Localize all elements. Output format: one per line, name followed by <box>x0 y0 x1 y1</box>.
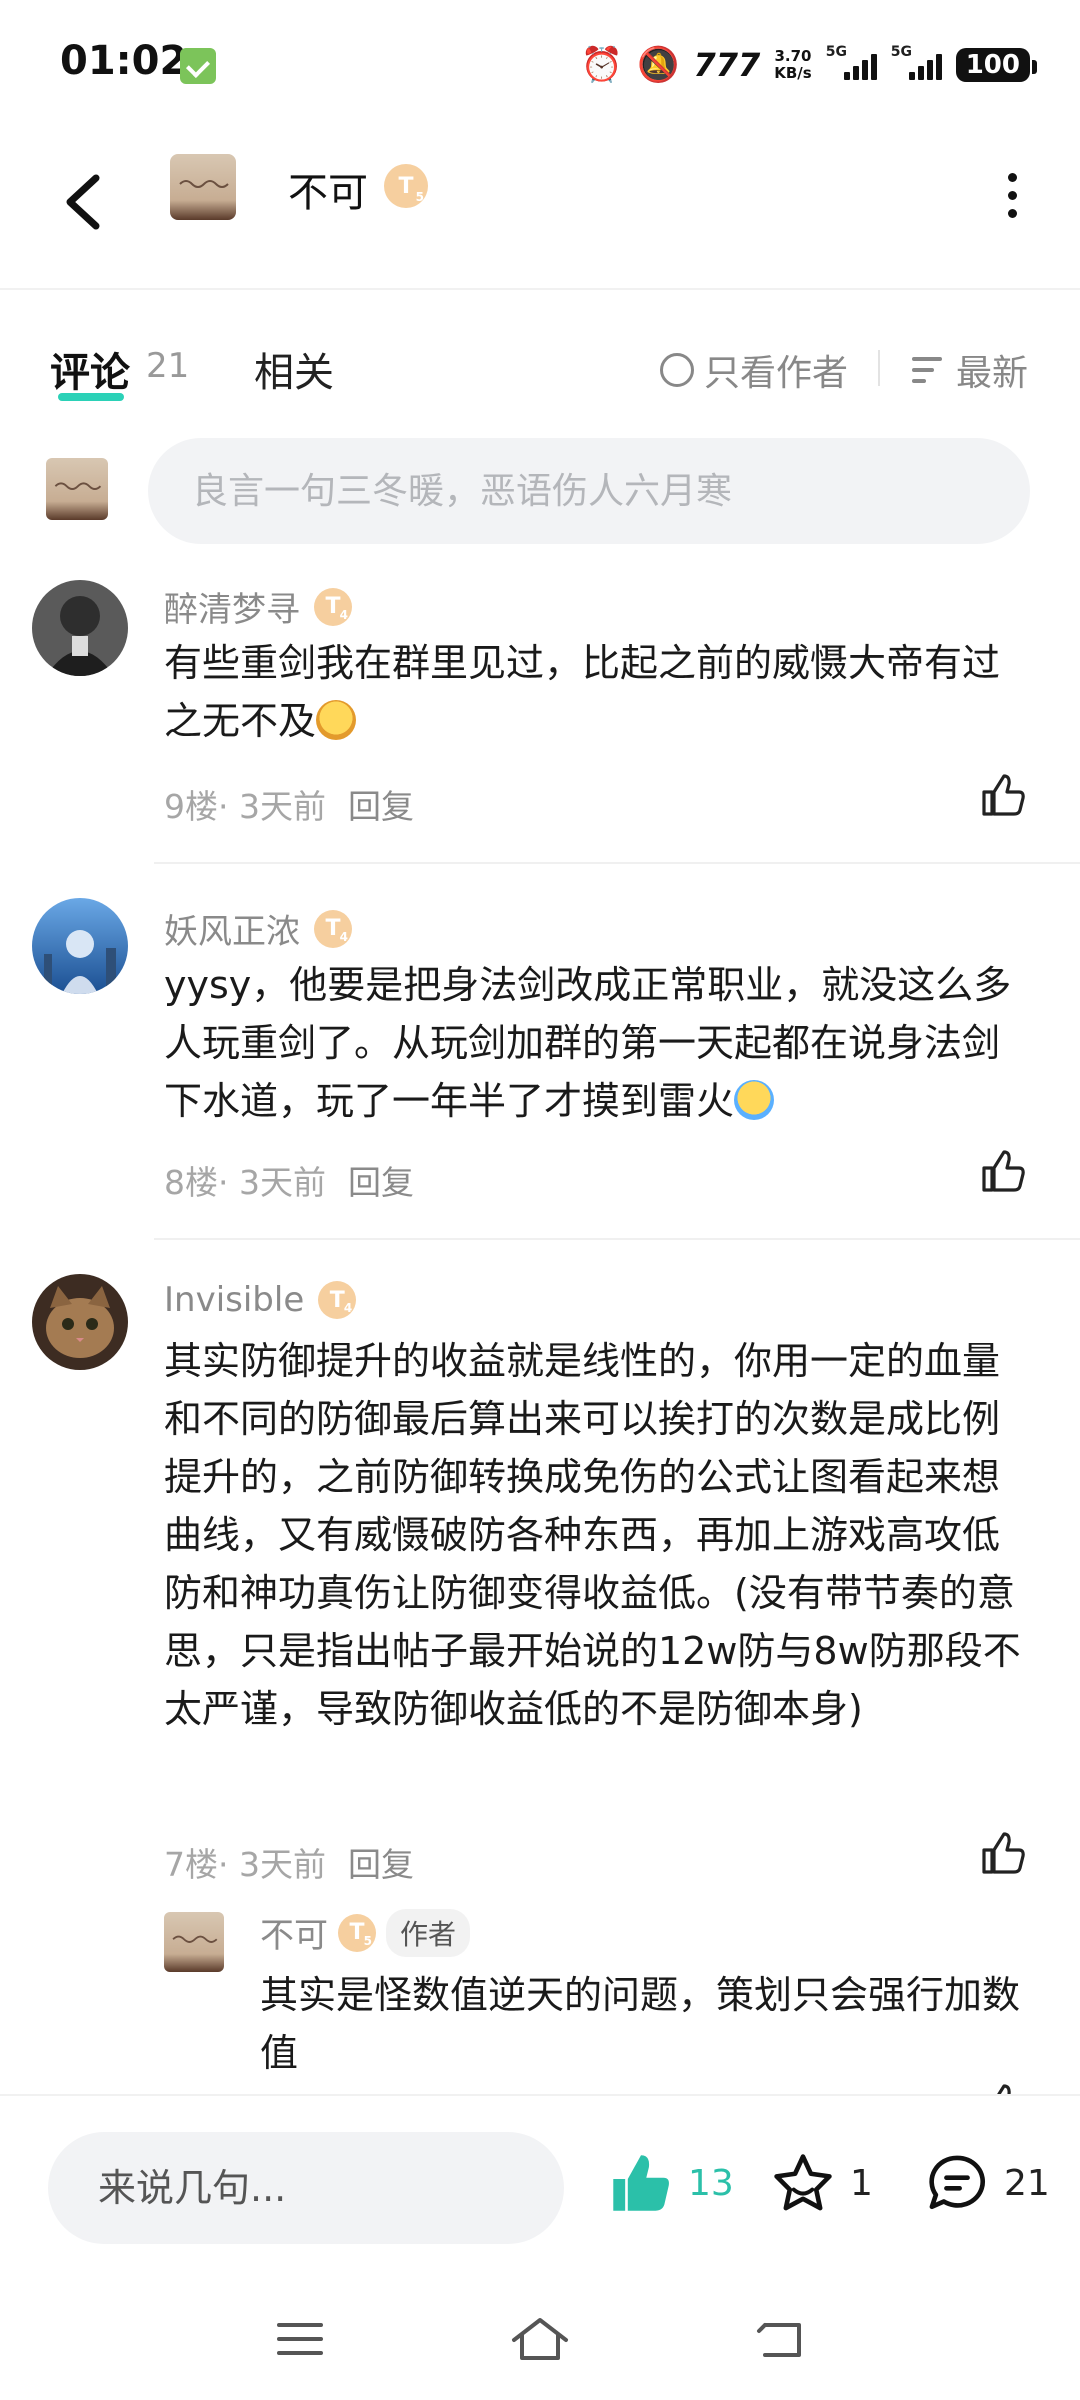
reply-button[interactable]: 回复 <box>348 780 414 828</box>
comment-tabs: 评论 21 相关 只看作者 最新 <box>0 330 1080 410</box>
sort-icon <box>912 355 948 385</box>
comment-input[interactable] <box>148 438 1030 544</box>
floor-number: 9楼 <box>164 787 218 826</box>
commenter-name[interactable]: Invisible T4 <box>164 1280 357 1320</box>
comment-text: 有些重剑我在群里见过，比起之前的威慑大帝有过之无不及 <box>164 634 1024 750</box>
nfc-icon: 777 <box>693 46 761 84</box>
comment-time: · 3天前 <box>218 1845 326 1884</box>
commenter-name-text: Invisible <box>164 1280 305 1320</box>
level-badge: T5 <box>384 164 428 208</box>
commenter-name[interactable]: 妖风正浓 T4 <box>164 904 352 953</box>
tab-active-indicator <box>58 393 124 401</box>
commenter-avatar[interactable] <box>32 1274 128 1370</box>
net-speed: 3.70 KB/s <box>774 48 811 82</box>
star-icon <box>774 2154 832 2211</box>
author-avatar[interactable] <box>170 154 236 220</box>
reply-author-name: 不可 <box>260 1916 328 1956</box>
floor-number: 7楼 <box>164 1845 218 1884</box>
alarm-icon: ⏰ <box>580 45 624 85</box>
divider <box>154 1238 1080 1240</box>
commenter-name[interactable]: 醉清梦寻 T4 <box>164 582 352 631</box>
favorite-count: 1 <box>850 2162 873 2204</box>
comment-meta: 9楼 · 3天前 回复 <box>164 780 414 828</box>
status-time: 01:02 <box>60 38 188 84</box>
like-icon[interactable] <box>978 1146 1028 1196</box>
author-only-label: 只看作者 <box>704 353 849 394</box>
level-badge: T4 <box>318 1281 357 1319</box>
divider <box>878 350 880 386</box>
level-badge: T5 <box>338 1913 376 1952</box>
reply-input[interactable]: 来说几句... <box>48 2132 564 2244</box>
signal-tag: 5G <box>825 44 847 60</box>
back-arrow-icon <box>66 174 100 230</box>
comment-time: · 3天前 <box>218 787 326 826</box>
home-nav-button[interactable] <box>500 2304 580 2374</box>
back-nav-icon <box>757 2323 801 2357</box>
like-icon[interactable] <box>978 2080 1028 2094</box>
home-icon <box>512 2318 568 2360</box>
system-nav-bar <box>0 2284 1080 2400</box>
commenter-avatar[interactable] <box>32 580 128 676</box>
reply-avatar[interactable] <box>164 1912 224 1972</box>
sort-label: 最新 <box>956 353 1029 394</box>
more-options-button[interactable] <box>992 170 1032 220</box>
author-name[interactable]: 不可 <box>288 160 368 218</box>
status-icons: ⏰ 🔕 777 3.70 KB/s 5G 5G 100 <box>580 40 1038 90</box>
tab-related[interactable]: 相关 <box>254 340 334 398</box>
signal-tag: 5G <box>890 44 912 60</box>
comment-meta: 7楼 · 3天前 回复 <box>164 1838 414 1886</box>
mute-icon: 🔕 <box>637 45 680 85</box>
commenter-name-text: 妖风正浓 <box>164 912 300 952</box>
commenter-avatar[interactable] <box>32 898 128 994</box>
laughing-emoji-icon <box>316 700 357 740</box>
comment-bubble-icon <box>929 2155 986 2210</box>
app-notification-icon <box>180 48 216 84</box>
net-speed-value: 3.70 <box>774 47 812 65</box>
comment-body: 有些重剑我在群里见过，比起之前的威慑大帝有过之无不及 <box>164 641 1001 743</box>
level-badge: T4 <box>314 909 352 948</box>
comment-button[interactable]: 21 <box>924 2150 1050 2216</box>
commenter-name-text: 醉清梦寻 <box>164 590 300 630</box>
sort-button[interactable]: 最新 <box>912 344 1028 396</box>
signal-icon: 5G <box>826 44 877 80</box>
comment-time: · 3天前 <box>218 1163 326 1202</box>
floor-number: 8楼 <box>164 1163 218 1202</box>
thumbs-up-icon <box>613 2155 669 2211</box>
menu-nav-button[interactable] <box>260 2304 340 2374</box>
like-button[interactable]: 13 <box>608 2150 734 2216</box>
reply-button[interactable]: 回复 <box>348 1156 414 1204</box>
bottom-action-bar: 来说几句... 13 1 21 <box>0 2094 1080 2284</box>
comment-count: 21 <box>146 346 190 386</box>
comment-text: 其实防御提升的收益就是线性的，你用一定的血量和不同的防御最后算出来可以挨打的次数… <box>164 1332 1024 1738</box>
reply-text: 其实是怪数值逆天的问题，策划只会强行加数值 <box>260 1973 1021 2075</box>
comment-meta: 8楼 · 3天前 回复 <box>164 1156 414 1204</box>
author-only-toggle[interactable]: 只看作者 <box>660 344 848 396</box>
comment-body: 其实防御提升的收益就是线性的，你用一定的血量和不同的防御最后算出来可以挨打的次数… <box>164 1339 1021 1731</box>
comment-text: yysy，他要是把身法剑改成正常职业，就没这么多人玩重剑了。从玩剑加群的第一天起… <box>164 956 1024 1130</box>
crying-emoji-icon <box>734 1080 775 1120</box>
battery-icon: 100 <box>955 48 1038 82</box>
menu-icon <box>277 2323 323 2355</box>
top-header: 不可 T5 <box>0 130 1080 290</box>
sub-reply: 不可 T5 作者 其实是怪数值逆天的问题，策划只会强行加数值 <box>0 1900 1080 2094</box>
my-avatar <box>46 458 108 520</box>
like-icon[interactable] <box>978 770 1028 820</box>
like-count: 13 <box>688 2162 734 2204</box>
comment-count-bottom: 21 <box>1004 2162 1050 2204</box>
net-speed-unit: KB/s <box>774 64 812 82</box>
level-badge: T4 <box>314 587 352 626</box>
favorite-button[interactable]: 1 <box>770 2150 873 2216</box>
back-nav-button[interactable] <box>740 2304 820 2374</box>
author-tag: 作者 <box>386 1908 471 1957</box>
back-button[interactable] <box>56 162 116 242</box>
signal-icon: 5G <box>891 44 942 80</box>
comment-body: yysy，他要是把身法剑改成正常职业，就没这么多人玩重剑了。从玩剑加群的第一天起… <box>164 963 1012 1123</box>
reply-button[interactable]: 回复 <box>348 1838 414 1886</box>
tab-comments[interactable]: 评论 <box>50 340 130 398</box>
like-icon[interactable] <box>978 1828 1028 1878</box>
divider <box>154 862 1080 864</box>
status-bar: 01:02 ⏰ 🔕 777 3.70 KB/s 5G 5G 100 <box>0 0 1080 130</box>
radio-circle-icon <box>660 353 694 387</box>
reply-author[interactable]: 不可 T5 作者 <box>260 1908 471 1957</box>
